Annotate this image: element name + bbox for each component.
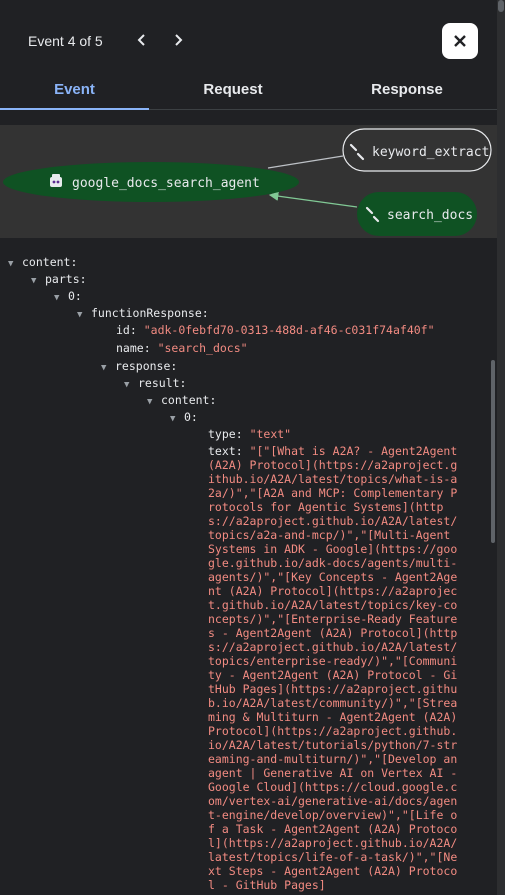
tab-bar: Event Request Response — [0, 70, 497, 110]
tree-node-0-inner[interactable]: ▼ 0: — [170, 409, 198, 428]
keyword-extract-label: keyword_extract — [372, 145, 489, 160]
previous-event-button[interactable] — [130, 28, 154, 52]
tab-event[interactable]: Event — [0, 70, 149, 108]
tab-response[interactable]: Response — [317, 70, 497, 108]
tree-leaf-text: text: "["[What is A2A? - Agent2Agent (A2… — [208, 444, 465, 892]
name-value: "search_docs" — [157, 341, 248, 355]
collapse-caret-icon[interactable]: ▼ — [101, 360, 115, 377]
page-scrollbar-thumb[interactable] — [498, 0, 504, 12]
tree-leaf-id: id: "adk-0febfd70-0313-488d-af46-c031f74… — [116, 323, 435, 337]
search-docs-label: search_docs — [387, 208, 473, 223]
close-icon — [454, 35, 466, 47]
agent-node-label: google_docs_search_agent — [72, 176, 260, 191]
event-counter: Event 4 of 5 — [28, 33, 103, 49]
next-event-button[interactable] — [166, 28, 190, 52]
tree-scrollbar-thumb[interactable] — [491, 360, 495, 543]
close-button[interactable] — [442, 23, 478, 59]
event-header: Event 4 of 5 Event Request Response — [0, 0, 497, 110]
collapse-caret-icon[interactable]: ▼ — [8, 256, 22, 273]
collapse-caret-icon[interactable]: ▼ — [54, 290, 68, 307]
tab-request[interactable]: Request — [149, 70, 317, 108]
node-keyword-extract[interactable]: keyword_extract — [342, 128, 492, 172]
text-value: "["[What is A2A? - Agent2Agent (A2A) Pro… — [208, 444, 465, 892]
active-tab-indicator — [0, 108, 149, 110]
page-scrollbar[interactable] — [497, 0, 505, 895]
collapse-caret-icon[interactable]: ▼ — [124, 377, 138, 394]
collapse-caret-icon[interactable]: ▼ — [147, 394, 161, 411]
collapse-caret-icon[interactable]: ▼ — [170, 411, 184, 428]
node-search-docs[interactable]: search_docs — [357, 192, 477, 236]
collapse-caret-icon[interactable]: ▼ — [77, 307, 91, 324]
node-google-docs-search-agent[interactable]: google_docs_search_agent — [3, 162, 299, 202]
edge-search-agent — [268, 191, 358, 208]
agent-graph: google_docs_search_agent keyword_extract… — [0, 125, 497, 238]
chevron-left-icon — [137, 34, 145, 46]
event-json-tree: ▼ content: ▼ parts: ▼ 0: ▼ functionResponse:… — [0, 252, 490, 895]
tree-leaf-type: type: "text" — [208, 427, 292, 441]
collapse-caret-icon[interactable]: ▼ — [31, 273, 45, 290]
tree-leaf-name: name: "search_docs" — [116, 341, 248, 355]
type-value: "text" — [249, 427, 292, 441]
id-value: "adk-0febfd70-0313-488d-af46-c031f74af40… — [143, 323, 435, 337]
chevron-right-icon — [175, 34, 183, 46]
edge-agent-keyword — [267, 155, 344, 169]
